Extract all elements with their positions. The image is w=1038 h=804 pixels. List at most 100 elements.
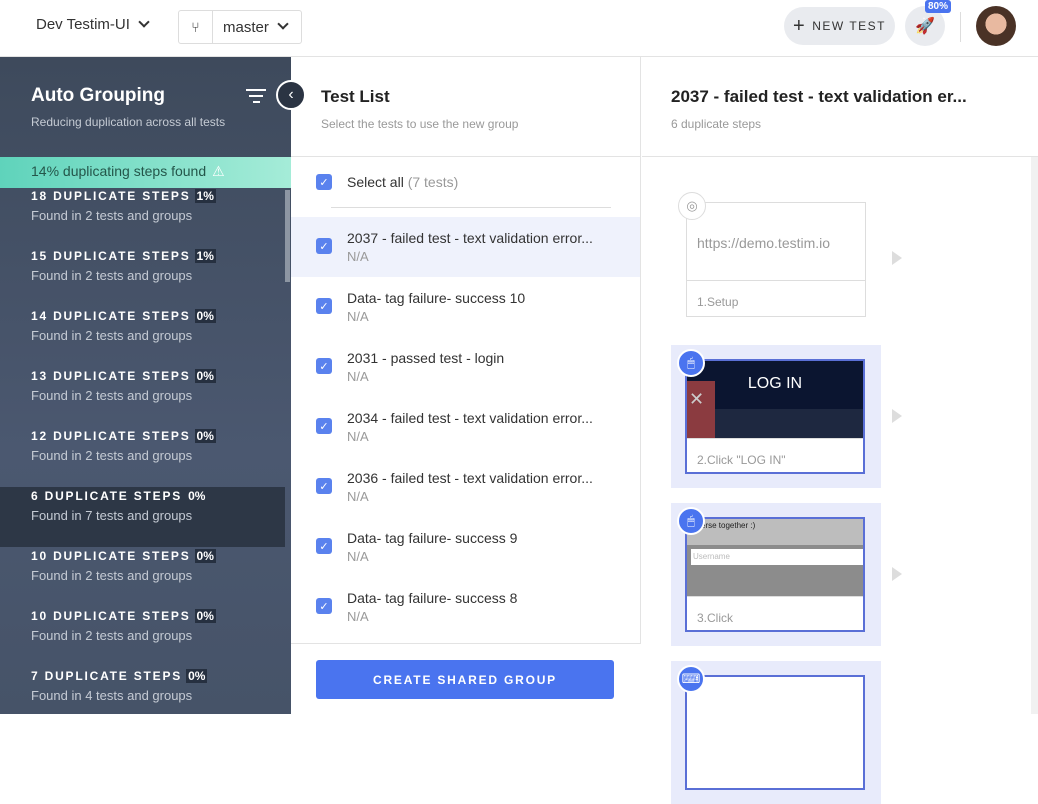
- sidebar-subtitle: Reducing duplication across all tests: [31, 115, 226, 129]
- group-title: 12 DUPLICATE STEPS 0%: [31, 429, 254, 443]
- branch-name: master: [223, 18, 269, 36]
- test-row[interactable]: ✓ Data- tag failure- success 8 N/A: [291, 577, 640, 637]
- group-steps: 14 DUPLICATE STEPS: [31, 309, 191, 323]
- select-count: (7 tests): [407, 174, 459, 190]
- step-label: 2.Click "LOG IN": [697, 453, 786, 467]
- screenshot-text: LOG IN: [747, 375, 803, 392]
- duplicate-group-item[interactable]: 7 DUPLICATE STEPS 0% Found in 4 tests and …: [0, 667, 285, 714]
- checkbox[interactable]: ✓: [316, 238, 332, 254]
- group-subtitle: Found in 7 tests and groups: [31, 508, 193, 523]
- duplicate-group-item[interactable]: 13 DUPLICATE STEPS 0% Found in 2 tests and…: [0, 367, 285, 427]
- branch-selector[interactable]: ⑂ master: [178, 10, 302, 44]
- group-subtitle: Found in 2 tests and groups: [31, 448, 193, 463]
- group-percent: 0%: [194, 429, 216, 443]
- scrollbar[interactable]: [1031, 157, 1038, 714]
- keyboard-icon: ⌨: [677, 665, 705, 693]
- select-all-label: Select all (7 tests): [347, 174, 458, 190]
- checkbox[interactable]: ✓: [316, 538, 332, 554]
- checkbox[interactable]: ✓: [316, 598, 332, 614]
- test-row[interactable]: ✓ Data- tag failure- success 9 N/A: [291, 517, 640, 577]
- checkbox[interactable]: ✓: [316, 174, 332, 190]
- group-percent: 0%: [194, 549, 216, 563]
- checkbox[interactable]: ✓: [316, 478, 332, 494]
- group-steps: 12 DUPLICATE STEPS: [31, 429, 191, 443]
- group-subtitle: Found in 2 tests and groups: [31, 568, 193, 583]
- duplicate-group-item[interactable]: 12 DUPLICATE STEPS 0% Found in 2 tests and…: [0, 427, 285, 487]
- detail-subtitle: 6 duplicate steps: [671, 117, 762, 131]
- test-name: 2036 - failed test - text validation err…: [347, 470, 593, 486]
- banner-text: 14% duplicating steps found: [31, 163, 207, 179]
- duplication-banner: 14% duplicating steps found ⚠: [0, 157, 291, 188]
- scrollbar[interactable]: [285, 190, 290, 282]
- test-name: Data- tag failure- success 9: [347, 530, 518, 546]
- group-title: 6 DUPLICATE STEPS 0%: [31, 489, 254, 503]
- play-arrow-icon: [892, 567, 902, 581]
- duplicate-group-item[interactable]: 15 DUPLICATE STEPS 1% Found in 2 tests and…: [0, 247, 285, 307]
- test-row[interactable]: ✓ 2037 - failed test - text validation er…: [291, 217, 640, 277]
- checkbox[interactable]: ✓: [316, 358, 332, 374]
- step-card[interactable]: 🖱 erse together :) Username 3.Click: [671, 503, 881, 646]
- group-subtitle: Found in 2 tests and groups: [31, 328, 193, 343]
- test-value: N/A: [347, 489, 369, 504]
- test-row[interactable]: ✓ Data- tag failure- success 10 N/A: [291, 277, 640, 337]
- create-shared-group-button[interactable]: CREATE SHARED GROUP: [316, 660, 614, 699]
- chrome-icon: ◎: [678, 192, 706, 220]
- test-value: N/A: [347, 369, 369, 384]
- group-subtitle: Found in 2 tests and groups: [31, 208, 193, 223]
- step-card[interactable]: 🖱 ✕ LOG IN 2.Click "LOG IN": [671, 345, 881, 488]
- test-name: Data- tag failure- success 10: [347, 290, 526, 306]
- group-percent: 1%: [194, 189, 216, 203]
- step-label: 3.Click: [697, 611, 734, 625]
- divider: [642, 156, 1038, 157]
- group-subtitle: Found in 2 tests and groups: [31, 628, 193, 643]
- group-steps: 6 DUPLICATE STEPS: [31, 489, 183, 503]
- new-test-button[interactable]: + NEW TEST: [784, 7, 895, 45]
- group-percent: 0%: [186, 669, 208, 683]
- duplicate-group-item[interactable]: 18 DUPLICATE STEPS 1% Found in 2 tests and…: [0, 187, 285, 247]
- test-name: 2037 - failed test - text validation err…: [347, 230, 593, 246]
- test-list-title: Test List: [321, 87, 390, 106]
- duplicate-group-item[interactable]: 6 DUPLICATE STEPS 0% Found in 7 tests and …: [0, 487, 285, 547]
- step-url: https://demo.testim.io: [687, 203, 865, 281]
- group-subtitle: Found in 2 tests and groups: [31, 388, 193, 403]
- test-name: Data- tag failure- success 8: [347, 590, 518, 606]
- chevron-down-icon: [138, 16, 150, 28]
- group-steps: 18 DUPLICATE STEPS: [31, 189, 191, 203]
- screenshot-field: Username: [691, 549, 863, 565]
- group-title: 7 DUPLICATE STEPS 0%: [31, 669, 254, 683]
- group-percent: 0%: [194, 609, 216, 623]
- group-title: 15 DUPLICATE STEPS 1%: [31, 249, 254, 263]
- collapse-sidebar-button[interactable]: ‹: [276, 80, 306, 110]
- group-subtitle: Found in 4 tests and groups: [31, 688, 193, 703]
- test-name: 2031 - passed test - login: [347, 350, 505, 366]
- duplicate-group-item[interactable]: 10 DUPLICATE STEPS 0% Found in 2 tests and…: [0, 547, 285, 607]
- play-arrow-icon: [892, 251, 902, 265]
- avatar[interactable]: [976, 6, 1016, 46]
- test-row[interactable]: ✓ 2031 - passed test - login N/A: [291, 337, 640, 397]
- auto-grouping-sidebar: Auto Grouping Reducing duplication acros…: [0, 57, 291, 714]
- mouse-icon: 🖱: [677, 507, 705, 535]
- footer: CREATE SHARED GROUP: [291, 643, 641, 714]
- checkbox[interactable]: ✓: [316, 418, 332, 434]
- duplicate-group-item[interactable]: 14 DUPLICATE STEPS 0% Found in 2 tests and…: [0, 307, 285, 367]
- group-title: 18 DUPLICATE STEPS 1%: [31, 189, 254, 203]
- group-title: 14 DUPLICATE STEPS 0%: [31, 309, 254, 323]
- select-all[interactable]: ✓ Select all (7 tests): [291, 157, 641, 208]
- step-label: 1.Setup: [697, 295, 739, 309]
- test-row[interactable]: ✓ 2034 - failed test - text validation er…: [291, 397, 640, 457]
- checkbox[interactable]: ✓: [316, 298, 332, 314]
- group-title: 13 DUPLICATE STEPS 0%: [31, 369, 254, 383]
- test-row[interactable]: ✓ 2036 - failed test - text validation er…: [291, 457, 640, 517]
- step-screenshot: ✕ LOG IN: [687, 361, 863, 439]
- test-list-panel: Test List Select the tests to use the ne…: [291, 57, 641, 714]
- group-steps: 7 DUPLICATE STEPS: [31, 669, 183, 683]
- test-value: N/A: [347, 249, 369, 264]
- duplicate-group-item[interactable]: 10 DUPLICATE STEPS 0% Found in 2 tests and…: [0, 607, 285, 667]
- filter-icon[interactable]: [246, 89, 266, 107]
- progress-badge: 80%: [925, 0, 952, 13]
- step-card[interactable]: ⌨: [671, 661, 881, 804]
- divider: [960, 12, 961, 42]
- test-value: N/A: [347, 429, 369, 444]
- project-selector[interactable]: Dev Testim-UI: [36, 16, 150, 33]
- group-title: 10 DUPLICATE STEPS 0%: [31, 609, 254, 623]
